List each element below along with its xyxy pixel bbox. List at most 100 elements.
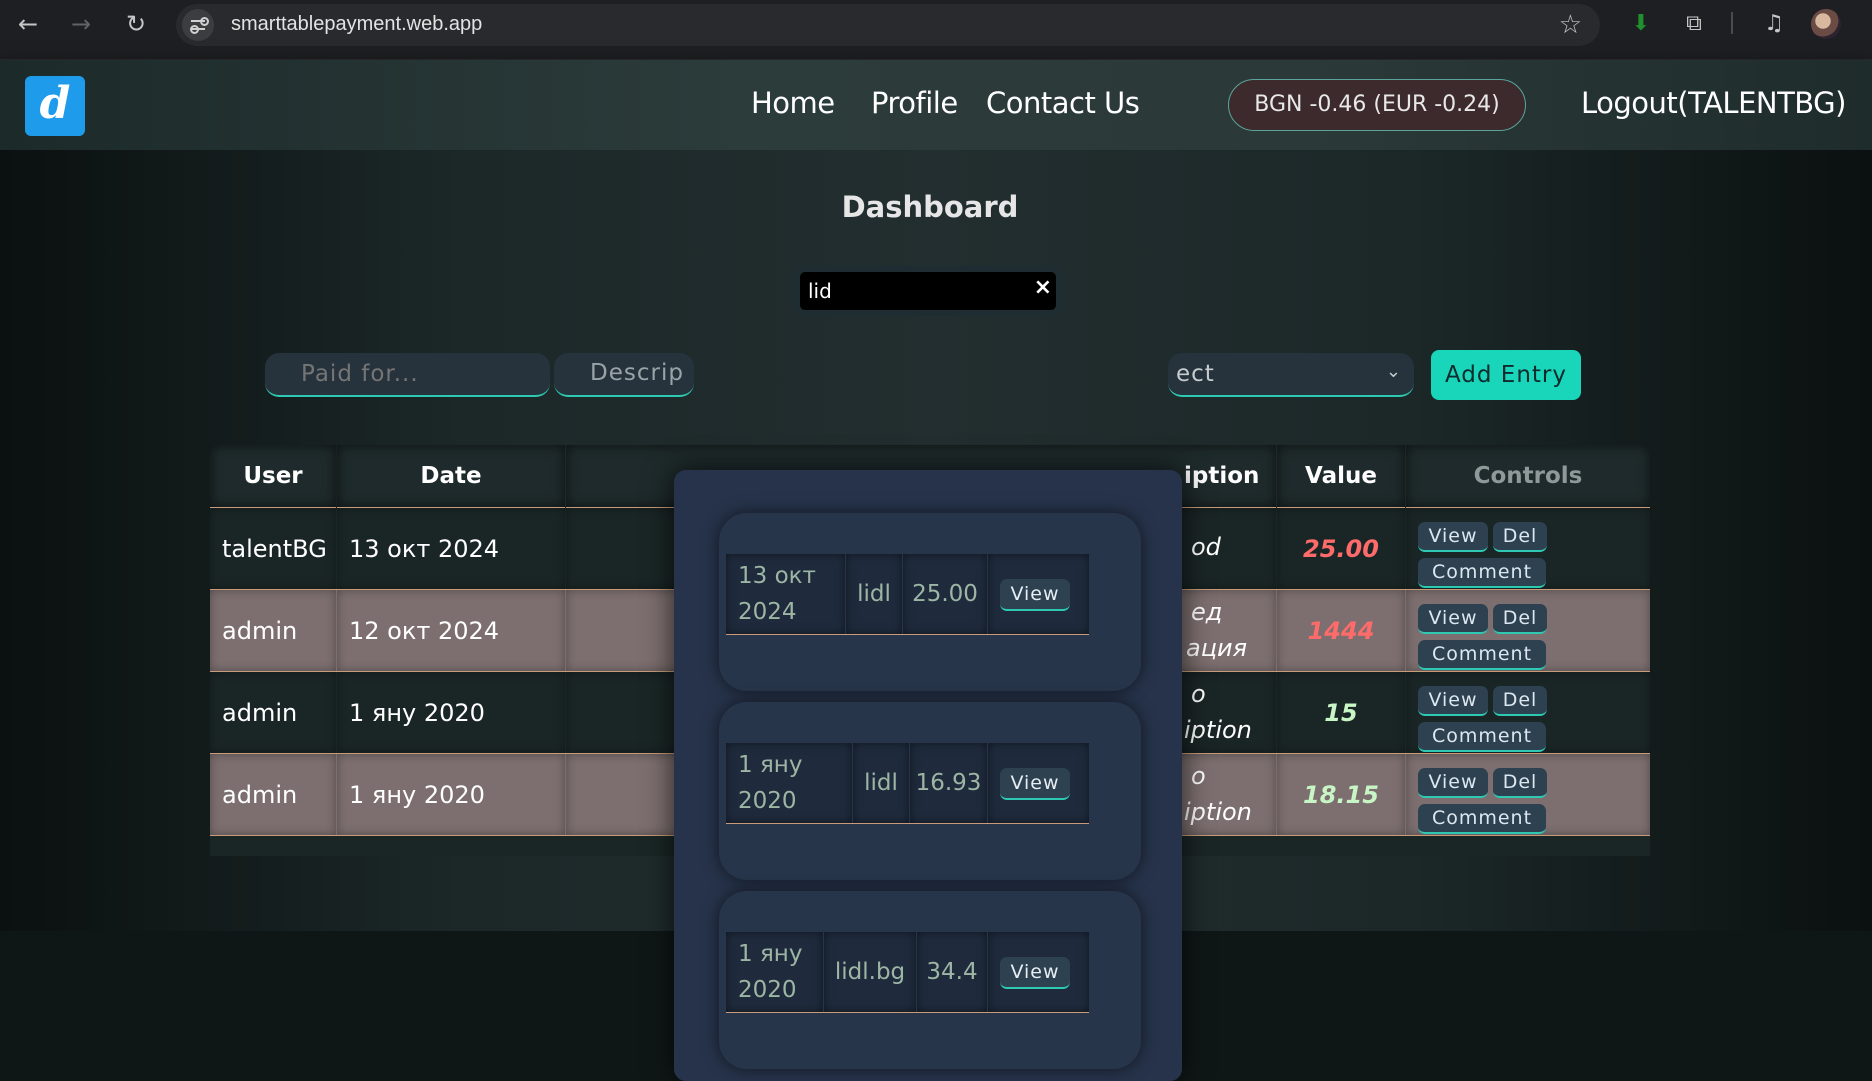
result-card[interactable]: 1 яну 2020 lidl 16.93 View <box>719 702 1141 880</box>
result-card[interactable]: 1 яну 2020 lidl.bg 34.4 View <box>719 891 1141 1069</box>
cell-description-line1: o <box>1191 762 1206 790</box>
app-header: d Home Profile Contact Us BGN -0.46 (EUR… <box>0 60 1872 150</box>
header-user: User <box>210 445 336 508</box>
header-description-label: iption <box>1184 463 1260 489</box>
header-value: Value <box>1277 445 1405 508</box>
cell-controls: View Del Comment <box>1406 672 1650 753</box>
cell-description-line1: o <box>1191 680 1206 708</box>
result-view-button[interactable]: View <box>1000 579 1070 611</box>
result-date-line1: 1 яну <box>738 752 803 778</box>
nav-contact-us[interactable]: Contact Us <box>986 86 1140 120</box>
result-amount: 25.00 <box>903 554 987 634</box>
reload-icon[interactable]: ↻ <box>118 10 154 38</box>
cell-value: 15 <box>1277 672 1405 753</box>
cell-user: admin <box>210 672 336 753</box>
result-date-line1: 13 окт <box>738 563 816 589</box>
comment-button[interactable]: Comment <box>1418 722 1546 752</box>
cell-value: 18.15 <box>1277 754 1405 835</box>
cell-controls: View Del Comment <box>1406 508 1650 589</box>
result-date: 13 окт 2024 <box>726 554 845 634</box>
user-select-text: ect <box>1176 361 1215 387</box>
cell-description-line2: ация <box>1186 634 1248 662</box>
result-date: 1 яну 2020 <box>726 743 852 823</box>
clear-search-icon[interactable]: × <box>1034 275 1052 300</box>
cell-description-line2: iption <box>1184 798 1252 826</box>
search-results-dropdown: 13 окт 2024 lidl 25.00 View 1 яну 2020 l… <box>674 470 1182 1081</box>
delete-button[interactable]: Del <box>1493 604 1547 634</box>
description-input-placeholder: Descrip <box>590 360 684 386</box>
download-extension-icon[interactable]: ⬇ <box>1625 8 1657 40</box>
result-amount: 16.93 <box>910 743 987 823</box>
result-row: 1 яну 2020 lidl 16.93 View <box>726 743 1089 824</box>
paid-for-input[interactable] <box>265 353 550 397</box>
cell-controls: View Del Comment <box>1406 754 1650 835</box>
result-actions: View <box>988 743 1089 823</box>
bookmark-star-icon[interactable]: ☆ <box>1559 10 1582 40</box>
dashboard-main: Dashboard × Descrip ect ⌄ Add Entry User… <box>0 150 1872 1081</box>
view-button[interactable]: View <box>1418 604 1488 634</box>
result-date: 1 яну 2020 <box>726 932 823 1012</box>
result-shop: lidl <box>853 743 909 823</box>
result-shop: lidl <box>846 554 902 634</box>
result-row: 13 окт 2024 lidl 25.00 View <box>726 554 1089 635</box>
cell-date: 1 яну 2020 <box>337 754 565 835</box>
balance-badge: BGN -0.46 (EUR -0.24) <box>1228 79 1526 131</box>
cell-value: 25.00 <box>1277 508 1405 589</box>
browser-toolbar: ← → ↻ smarttablepayment.web.app ☆ ⬇ ⧉ ♫ <box>0 0 1872 60</box>
profile-avatar[interactable] <box>1811 9 1841 39</box>
address-bar[interactable]: smarttablepayment.web.app ☆ <box>176 4 1600 46</box>
comment-button[interactable]: Comment <box>1418 804 1546 834</box>
header-controls: Controls <box>1406 445 1650 508</box>
delete-button[interactable]: Del <box>1493 522 1547 552</box>
logout-link[interactable]: Logout(TALENTBG) <box>1581 86 1846 120</box>
result-date-line1: 1 яну <box>738 941 803 967</box>
result-view-button[interactable]: View <box>1000 957 1070 989</box>
view-button[interactable]: View <box>1418 686 1488 716</box>
search-box: × <box>794 266 1062 316</box>
cell-controls: View Del Comment <box>1406 590 1650 671</box>
header-date: Date <box>337 445 565 508</box>
view-button[interactable]: View <box>1418 522 1488 552</box>
site-info-icon[interactable] <box>182 9 214 41</box>
extensions-puzzle-icon[interactable]: ⧉ <box>1678 8 1710 40</box>
delete-button[interactable]: Del <box>1493 768 1547 798</box>
result-date-line2: 2024 <box>738 599 797 625</box>
result-view-button[interactable]: View <box>1000 768 1070 800</box>
cell-date: 1 яну 2020 <box>337 672 565 753</box>
toolbar-separator <box>1731 12 1733 34</box>
description-input[interactable]: Descrip <box>554 353 694 397</box>
cell-user: admin <box>210 754 336 835</box>
cell-description-line1: od <box>1191 533 1221 561</box>
delete-button[interactable]: Del <box>1493 686 1547 716</box>
comment-button[interactable]: Comment <box>1418 558 1546 588</box>
url-text[interactable]: smarttablepayment.web.app <box>231 13 482 36</box>
result-actions: View <box>988 932 1089 1012</box>
search-input[interactable] <box>800 272 1056 310</box>
cell-date: 12 окт 2024 <box>337 590 565 671</box>
cell-value: 1444 <box>1277 590 1405 671</box>
cell-user: admin <box>210 590 336 671</box>
nav-profile[interactable]: Profile <box>871 86 958 120</box>
media-control-icon[interactable]: ♫ <box>1758 8 1790 40</box>
app-logo[interactable]: d <box>25 76 85 136</box>
forward-arrow-icon[interactable]: → <box>63 10 99 38</box>
view-button[interactable]: View <box>1418 768 1488 798</box>
cell-description-line1: ед <box>1191 598 1223 626</box>
cell-description-line2: iption <box>1184 716 1252 744</box>
result-date-line2: 2020 <box>738 788 797 814</box>
cell-date: 13 окт 2024 <box>337 508 565 589</box>
page-title: Dashboard <box>841 190 1019 224</box>
result-row: 1 яну 2020 lidl.bg 34.4 View <box>726 932 1089 1013</box>
add-entry-button[interactable]: Add Entry <box>1431 350 1581 400</box>
result-shop: lidl.bg <box>824 932 916 1012</box>
back-arrow-icon[interactable]: ← <box>10 10 46 38</box>
result-card[interactable]: 13 окт 2024 lidl 25.00 View <box>719 513 1141 691</box>
result-actions: View <box>988 554 1089 634</box>
chevron-down-icon: ⌄ <box>1385 361 1402 382</box>
cell-user: talentBG <box>210 508 336 589</box>
comment-button[interactable]: Comment <box>1418 640 1546 670</box>
result-amount: 34.4 <box>917 932 987 1012</box>
result-date-line2: 2020 <box>738 977 797 1003</box>
nav-home[interactable]: Home <box>751 86 835 120</box>
user-select[interactable]: ect ⌄ <box>1168 353 1414 397</box>
